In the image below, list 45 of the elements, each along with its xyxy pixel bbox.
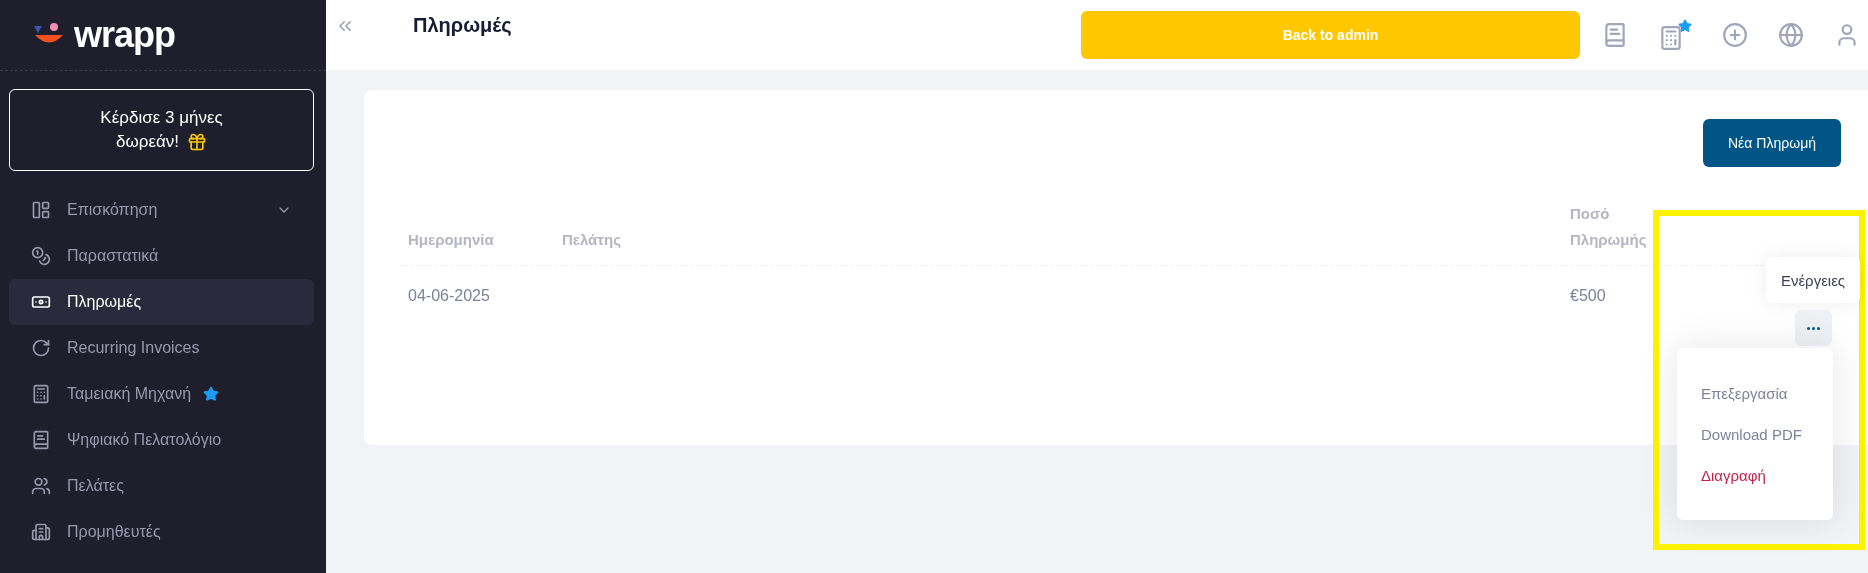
sidebar-item-label: Παραστατικά	[67, 247, 159, 265]
sidebar-item-label: Προμηθευτές	[67, 523, 161, 541]
table-cell-text: 04-06-2025	[407, 287, 491, 305]
promo-text: δωρεάν!	[115, 132, 179, 152]
add-icon[interactable]	[1722, 22, 1748, 48]
column-header: Ποσό Πληρωμής	[1569, 204, 1648, 250]
cash-register-icon[interactable]	[1658, 19, 1692, 51]
building-icon	[31, 522, 51, 542]
new-payment-button[interactable]: Νέα Πληρωμή	[1703, 119, 1841, 167]
menu-item[interactable]: Επεξεργασία	[1677, 372, 1833, 414]
users-icon	[31, 476, 51, 496]
more-button[interactable]	[1795, 310, 1832, 346]
sidebar-item[interactable]: Παραστατικά	[9, 233, 314, 279]
sidebar-item-label: Ψηφιακό Πελατολόγιο	[67, 431, 222, 449]
sidebar-item-label: Recurring Invoices	[67, 339, 200, 357]
sidebar-item[interactable]: Πελάτες	[9, 463, 314, 509]
column-header: Ημερομηνία	[407, 230, 495, 250]
layout-icon	[31, 200, 51, 220]
cash-register-icon	[31, 384, 51, 404]
sidebar-item[interactable]: Recurring Invoices	[9, 325, 314, 371]
sidebar-item-label: Πελάτες	[67, 477, 124, 495]
promo-text: Κέρδισε 3 μήνες	[100, 108, 223, 128]
sidebar-item[interactable]: Προμηθευτές	[9, 509, 314, 555]
refresh-icon	[31, 338, 51, 358]
book-icon	[31, 430, 51, 450]
ellipsis-icon	[1807, 326, 1820, 330]
tooltip: Ενέργειες	[1766, 257, 1860, 303]
promo-banner[interactable]: Κέρδισε 3 μήνες δωρεάν!	[9, 89, 314, 171]
menu-item[interactable]: Download PDF	[1677, 413, 1833, 455]
book-icon[interactable]	[1602, 22, 1628, 48]
page-title: Πληρωμές	[413, 14, 513, 37]
coins-icon	[31, 246, 51, 266]
sidebar-item-label: Πληρωμές	[67, 293, 142, 311]
table-cell-text: €500	[1569, 287, 1607, 305]
sidebar-item-label: Επισκόπηση	[67, 201, 158, 219]
globe-icon[interactable]	[1778, 22, 1804, 48]
column-header: Πελάτης	[561, 230, 622, 250]
sidebar-item[interactable]: Επισκόπηση	[9, 187, 314, 233]
gift-icon	[187, 132, 207, 152]
sidebar-item-label: Ταμειακή Μηχανή	[67, 385, 192, 403]
menu-item[interactable]: Διαγραφή	[1677, 454, 1833, 496]
sidebar-item[interactable]: Πληρωμές	[9, 279, 314, 325]
sidebar-item[interactable]: Ταμειακή Μηχανή	[9, 371, 314, 417]
sidebar-item[interactable]: Ψηφιακό Πελατολόγιο	[9, 417, 314, 463]
logo-wordmark: wrapp	[74, 14, 175, 56]
